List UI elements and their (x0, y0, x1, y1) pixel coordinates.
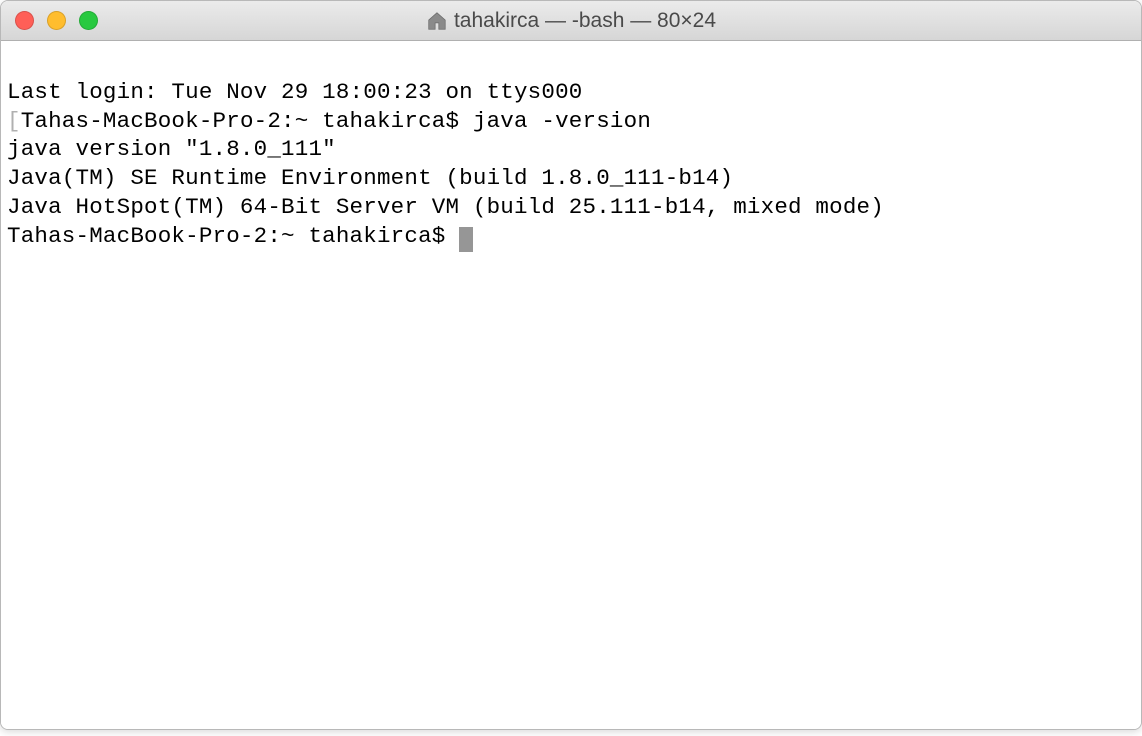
minimize-button[interactable] (47, 11, 66, 30)
terminal-line: Java(TM) SE Runtime Environment (build 1… (7, 164, 1135, 193)
close-button[interactable] (15, 11, 34, 30)
traffic-lights (15, 11, 98, 30)
terminal-line: Last login: Tue Nov 29 18:00:23 on ttys0… (7, 78, 1135, 107)
prompt: Tahas-MacBook-Pro-2:~ tahakirca$ (7, 223, 459, 249)
terminal-line: Tahas-MacBook-Pro-2:~ tahakirca$ (7, 222, 1135, 251)
cursor (459, 227, 473, 252)
command: java -version (473, 108, 651, 134)
zoom-button[interactable] (79, 11, 98, 30)
terminal-line: [Tahas-MacBook-Pro-2:~ tahakirca$ java -… (7, 107, 1135, 136)
terminal-line: Java HotSpot(TM) 64-Bit Server VM (build… (7, 193, 1135, 222)
titlebar[interactable]: tahakirca — -bash — 80×24 (1, 1, 1141, 41)
terminal-window: tahakirca — -bash — 80×24 Last login: Tu… (0, 0, 1142, 730)
terminal-line: java version "1.8.0_111" (7, 135, 1135, 164)
prompt: Tahas-MacBook-Pro-2:~ tahakirca$ (21, 108, 473, 134)
window-title-container: tahakirca — -bash — 80×24 (426, 9, 716, 33)
window-title: tahakirca — -bash — 80×24 (454, 9, 716, 33)
terminal-body[interactable]: Last login: Tue Nov 29 18:00:23 on ttys0… (1, 41, 1141, 729)
home-icon (426, 10, 448, 32)
